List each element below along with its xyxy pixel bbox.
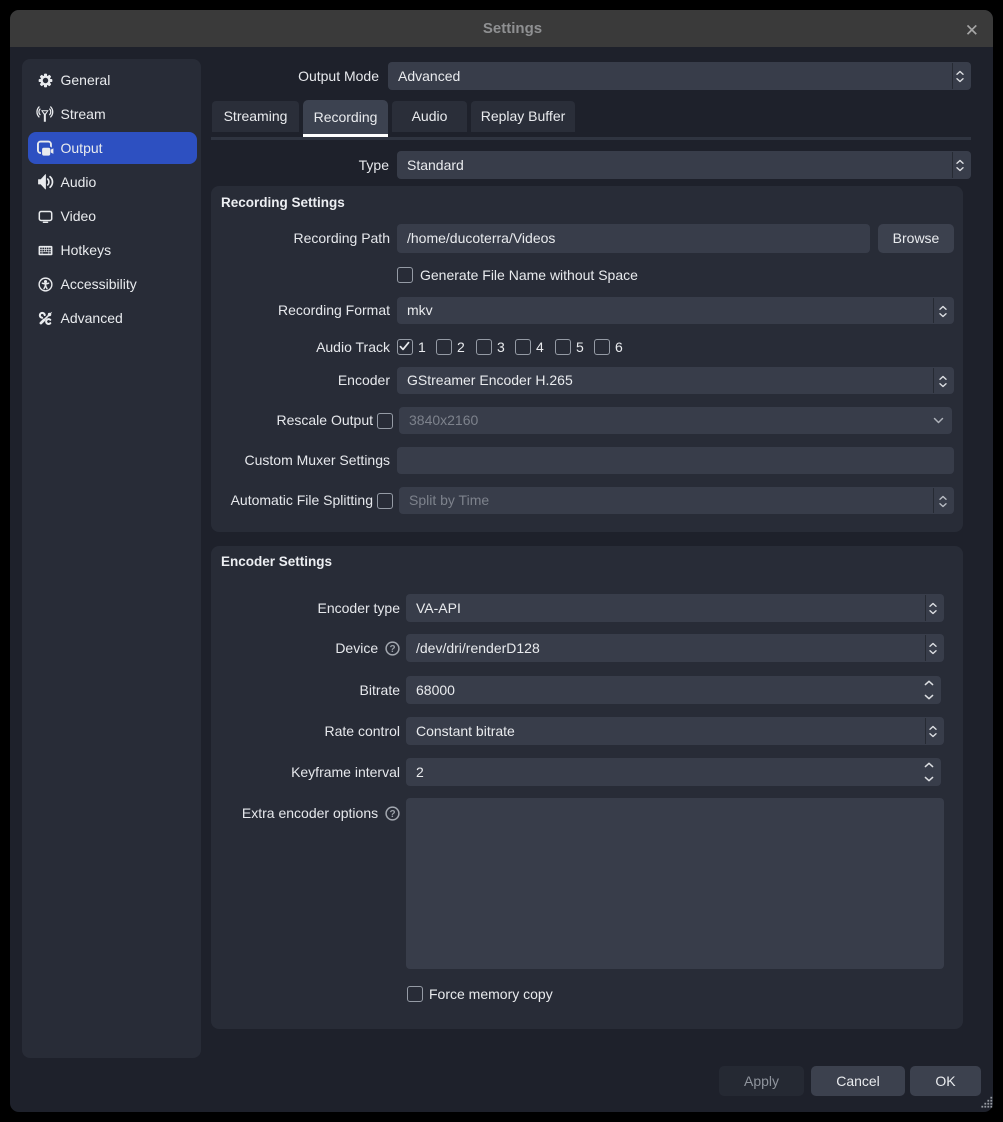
svg-text:?: ? [389,644,395,655]
svg-text:?: ? [389,809,395,820]
